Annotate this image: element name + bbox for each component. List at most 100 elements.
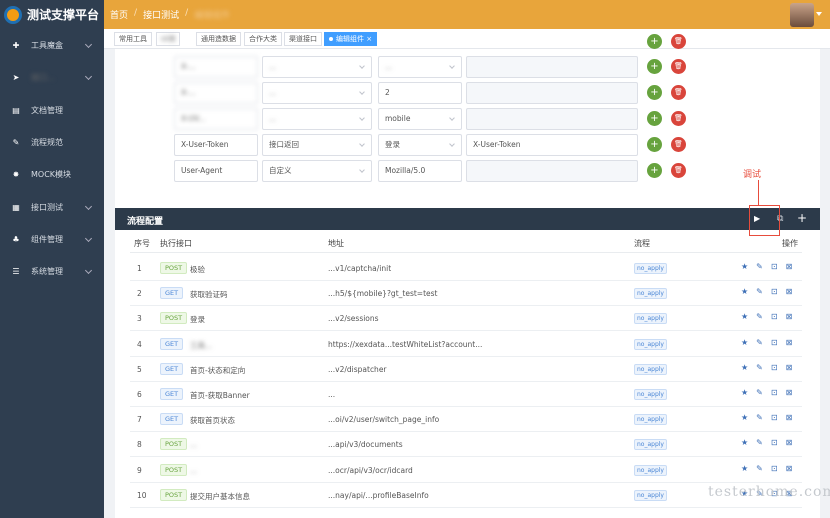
plus-icon[interactable]: + — [797, 211, 807, 225]
star-icon[interactable]: ★ — [741, 413, 748, 422]
add-header-button[interactable]: + — [647, 59, 662, 74]
tab-edit-component[interactable]: 编辑组件 × — [324, 32, 378, 46]
table-row[interactable]: 6 GET 首页-获取Banner... no_apply ★ ✎ ⊡ ⊠ — [130, 382, 802, 407]
close-icon[interactable]: × — [366, 35, 372, 43]
api-name[interactable]: 提交用户基本信息 — [190, 491, 250, 502]
tab-ui-test[interactable]: UI测 — [156, 32, 181, 46]
star-icon[interactable]: ★ — [741, 438, 748, 447]
add-header-button[interactable]: + — [647, 163, 662, 178]
table-row[interactable]: 1 POST 极验 ...v1/captcha/init no_apply ★ ✎ ⊡ ⊠ — [130, 256, 802, 281]
edit-icon[interactable]: ✎ — [756, 338, 763, 347]
add-header-button[interactable]: + — [647, 137, 662, 152]
table-row[interactable]: 10 POST 提交用户基本信息 ...nay/api/...profileBaseI… — [130, 483, 802, 508]
delete-header-button[interactable]: 🗑 — [671, 111, 686, 126]
breadcrumb-home[interactable]: 首页 — [110, 8, 128, 21]
trash-icon[interactable]: ⊠ — [786, 363, 793, 372]
tab-data-gen[interactable]: 通用造数据 — [196, 32, 241, 46]
star-icon[interactable]: ★ — [741, 338, 748, 347]
header-extra-input[interactable] — [466, 160, 638, 182]
add-header-button[interactable]: + — [647, 111, 662, 126]
add-header-button[interactable]: + — [647, 85, 662, 100]
table-row[interactable]: 5 GET 首页-状态和定向 ...v2/dispatcher no_apply ★ ✎ ⊡ ⊠ — [130, 357, 802, 382]
star-icon[interactable]: ★ — [741, 363, 748, 372]
star-icon[interactable]: ★ — [741, 464, 748, 473]
api-name[interactable]: 登录 — [190, 314, 205, 325]
trash-icon[interactable]: ⊠ — [786, 464, 793, 473]
delete-header-button[interactable]: 🗑 — [671, 59, 686, 74]
sidebar-item-components[interactable]: ♣ 组件管理 — [0, 227, 104, 251]
lock-icon[interactable]: ⊡ — [771, 338, 778, 347]
header-type-select[interactable]: 接口返回 — [262, 134, 372, 156]
header-key-input[interactable]: X-User-Token — [174, 134, 258, 156]
table-row[interactable]: 9 POST... ...ocr/api/v3/ocr/idcard no_apply… — [130, 458, 802, 483]
header-value-select[interactable]: ... — [378, 56, 462, 78]
edit-icon[interactable]: ✎ — [756, 388, 763, 397]
table-row[interactable]: 3 POST 登录 ...v2/sessions no_apply ★ ✎ ⊡ ⊠ — [130, 306, 802, 332]
edit-icon[interactable]: ✎ — [756, 287, 763, 296]
edit-icon[interactable]: ✎ — [756, 464, 763, 473]
header-extra-input[interactable] — [466, 56, 638, 78]
header-value-select[interactable]: mobile — [378, 108, 462, 130]
lock-icon[interactable]: ⊡ — [771, 388, 778, 397]
edit-icon[interactable]: ✎ — [756, 438, 763, 447]
header-key-input[interactable]: X-UV... — [174, 108, 258, 130]
sidebar-item-api-test[interactable]: ▦ 接口测试 — [0, 195, 104, 219]
trash-icon[interactable]: ⊠ — [786, 388, 793, 397]
tab-channel-api[interactable]: 渠道接口 — [284, 32, 322, 46]
api-name[interactable]: 首页-状态和定向 — [190, 365, 245, 376]
table-row[interactable]: 2 GET 获取验证码 ...h5/${mobile}?gt_test=test no_… — [130, 281, 802, 307]
sidebar-item-system[interactable]: ☰ 系统管理 — [0, 259, 104, 283]
scrollbar[interactable] — [822, 49, 828, 518]
star-icon[interactable]: ★ — [741, 312, 748, 321]
sidebar-item-toolbox[interactable]: ✚ 工具魔盒 — [0, 33, 104, 57]
lock-icon[interactable]: ⊡ — [771, 363, 778, 372]
tab-partner[interactable]: 合作大类 — [244, 32, 282, 46]
edit-icon[interactable]: ✎ — [756, 262, 763, 271]
header-type-select[interactable]: ... — [262, 56, 372, 78]
api-name[interactable]: 获取首页状态 — [190, 415, 235, 426]
header-type-select[interactable]: 自定义 — [262, 160, 372, 182]
app-logo[interactable]: 测试支撑平台 — [0, 0, 104, 29]
edit-icon[interactable]: ✎ — [756, 413, 763, 422]
api-name[interactable]: ... — [190, 440, 197, 449]
star-icon[interactable]: ★ — [741, 388, 748, 397]
avatar[interactable] — [790, 3, 814, 27]
header-value-input[interactable]: 2 — [378, 82, 462, 104]
trash-icon[interactable]: ⊠ — [786, 438, 793, 447]
lock-icon[interactable]: ⊡ — [771, 438, 778, 447]
header-key-input[interactable]: User-Agent — [174, 160, 258, 182]
add-header-button[interactable]: + — [647, 34, 662, 49]
trash-icon[interactable]: ⊠ — [786, 312, 793, 321]
api-name[interactable]: ... — [190, 466, 197, 475]
table-row[interactable]: 7 GET 获取首页状态 ...oi/v2/user/switch_page_info… — [130, 407, 802, 433]
header-type-select[interactable]: ... — [262, 82, 372, 104]
lock-icon[interactable]: ⊡ — [771, 312, 778, 321]
table-row[interactable]: 4 GET 工具... https://xexdata...testWhiteList… — [130, 332, 802, 357]
trash-icon[interactable]: ⊠ — [786, 287, 793, 296]
lock-icon[interactable]: ⊡ — [771, 464, 778, 473]
lock-icon[interactable]: ⊡ — [771, 287, 778, 296]
api-name[interactable]: 极验 — [190, 264, 205, 275]
header-type-select[interactable]: ... — [262, 108, 372, 130]
sidebar-item-docs[interactable]: ▤ 文档管理 — [0, 98, 104, 122]
delete-header-button[interactable]: 🗑 — [671, 163, 686, 178]
edit-icon[interactable]: ✎ — [756, 363, 763, 372]
delete-header-button[interactable]: 🗑 — [671, 137, 686, 152]
header-key-input[interactable]: X-... — [174, 56, 258, 78]
sidebar-item-interface[interactable]: ➤ 接口... — [0, 65, 104, 89]
api-name[interactable]: 首页-获取Banner — [190, 390, 250, 401]
trash-icon[interactable]: ⊠ — [786, 413, 793, 422]
header-key-input[interactable]: X-... — [174, 82, 258, 104]
header-value-input[interactable]: Mozilla/5.0 — [378, 160, 462, 182]
api-name[interactable]: 获取验证码 — [190, 289, 228, 300]
header-extra-input[interactable] — [466, 108, 638, 130]
lock-icon[interactable]: ⊡ — [771, 413, 778, 422]
breadcrumb-section[interactable]: 接口测试 — [143, 8, 179, 21]
lock-icon[interactable]: ⊡ — [771, 262, 778, 271]
star-icon[interactable]: ★ — [741, 262, 748, 271]
trash-icon[interactable]: ⊠ — [786, 338, 793, 347]
table-row[interactable]: 8 POST... ...api/v3/documents no_apply ★ ✎ ⊡ ⊠ — [130, 432, 802, 458]
delete-header-button[interactable]: 🗑 — [671, 85, 686, 100]
header-value-select[interactable]: 登录 — [378, 134, 462, 156]
header-extra-input[interactable]: X-User-Token — [466, 134, 638, 156]
